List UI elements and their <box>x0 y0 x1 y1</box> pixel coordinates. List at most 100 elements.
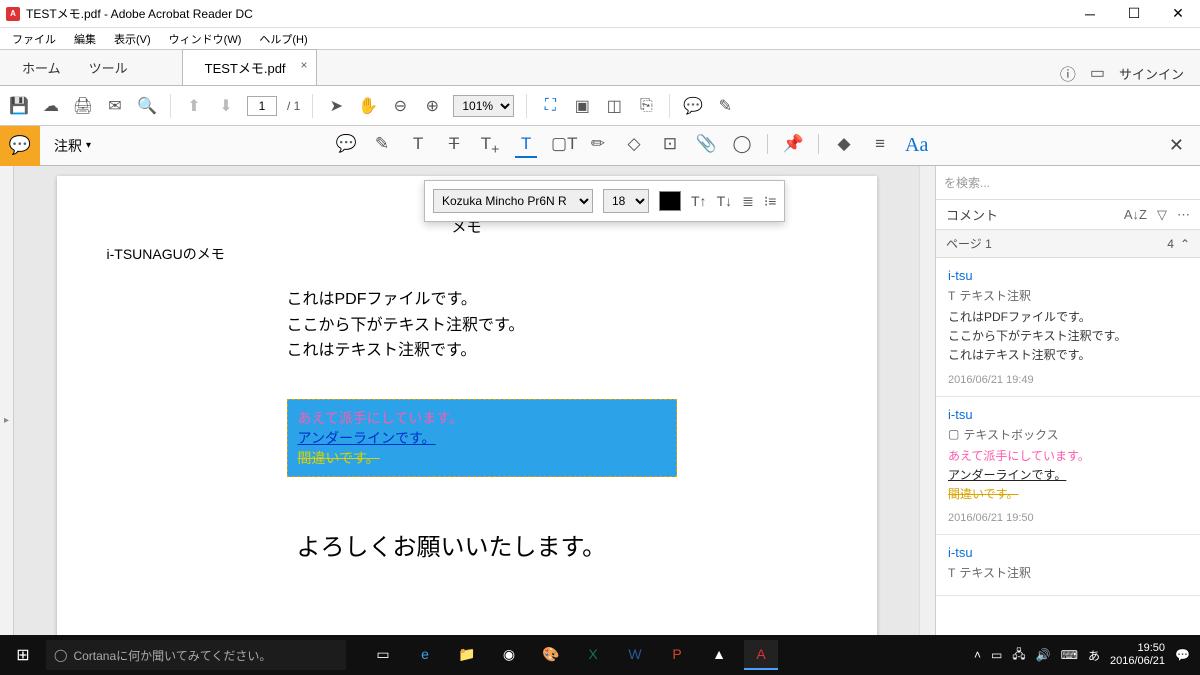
doc-textbox-annotation[interactable]: あえて派手にしています。 アンダーラインです。 間違いです。 <box>287 399 677 477</box>
font-family-select[interactable]: Kozuka Mincho Pr6N R <box>433 189 593 213</box>
filter-icon[interactable]: ▽ <box>1157 207 1167 223</box>
insert-text-icon[interactable]: T+ <box>479 134 501 158</box>
comments-page-bar[interactable]: ページ 1 4 ⌃ <box>936 230 1200 258</box>
explorer-icon[interactable]: 📁 <box>450 640 484 670</box>
read-mode-icon[interactable]: ⎘ <box>635 95 657 117</box>
font-size-select[interactable]: 18 <box>603 189 649 213</box>
pencil-icon[interactable]: ✏ <box>587 134 609 158</box>
fit-width-icon[interactable]: ⛶ <box>539 95 561 117</box>
speech-icon[interactable]: 💬 <box>682 95 704 117</box>
save-icon[interactable]: 💾 <box>8 95 30 117</box>
help-icon[interactable]: ⓘ <box>1060 61 1076 85</box>
stamp-icon[interactable]: ⊡ <box>659 134 681 158</box>
print-icon[interactable]: 🖨 <box>72 95 94 117</box>
page-number-input[interactable] <box>247 96 277 116</box>
comment-item[interactable]: i-tsu T テキスト注釈 これはPDFファイルです。 ここから下がテキスト注… <box>936 258 1200 397</box>
pdf-page: メモ i-TSUNAGUのメモ これはPDFファイルです。 ここから下がテキスト… <box>57 176 877 674</box>
mobile-icon[interactable]: ▭ <box>1090 63 1105 83</box>
pin-icon[interactable]: 📌 <box>782 134 804 158</box>
page-down-icon[interactable]: ⬇ <box>215 95 237 117</box>
tab-close-icon[interactable]: × <box>301 58 308 72</box>
tab-tools[interactable]: ツール <box>75 50 142 85</box>
start-button[interactable]: ⊞ <box>0 645 46 665</box>
comment-item[interactable]: i-tsu ▢ テキストボックス あえて派手にしています。 アンダーラインです。… <box>936 397 1200 536</box>
keyboard-icon[interactable]: ⌨ <box>1061 648 1078 662</box>
pdf-icon: A <box>6 7 20 21</box>
taskbar-clock[interactable]: 19:50 2016/06/21 <box>1110 642 1165 668</box>
text-box-icon[interactable]: ▢T <box>551 134 573 158</box>
task-view-icon[interactable]: ▭ <box>366 640 400 670</box>
increase-font-icon[interactable]: T↑ <box>691 193 707 209</box>
menu-window[interactable]: ウィンドウ(W) <box>161 29 250 49</box>
menu-help[interactable]: ヘルプ(H) <box>251 29 315 49</box>
comment-item[interactable]: i-tsu T テキスト注釈 <box>936 535 1200 596</box>
notifications-icon[interactable]: 💬 <box>1175 648 1190 662</box>
chevron-up-icon[interactable]: ⌃ <box>1180 237 1190 251</box>
paint-icon[interactable]: 🎨 <box>534 640 568 670</box>
search-icon[interactable]: 🔍 <box>136 95 158 117</box>
signin-link[interactable]: サインイン <box>1119 64 1184 83</box>
highlighter-icon[interactable]: ✎ <box>371 134 393 158</box>
email-icon[interactable]: ✉ <box>104 95 126 117</box>
menu-edit[interactable]: 編集 <box>66 29 104 49</box>
tab-home[interactable]: ホーム <box>8 50 75 85</box>
comment-mode-icon[interactable]: 💬 <box>0 126 40 166</box>
tab-document[interactable]: TESTメモ.pdf × <box>182 49 317 85</box>
view-mode-icon[interactable]: ◫ <box>603 95 625 117</box>
line-spacing-icon[interactable]: ≣ <box>742 193 754 210</box>
tray-chevron-icon[interactable]: ˄ <box>974 648 981 662</box>
window-titlebar: A TESTメモ.pdf - Adobe Acrobat Reader DC ─… <box>0 0 1200 28</box>
more-icon[interactable]: ⋯ <box>1177 207 1190 223</box>
excel-icon[interactable]: X <box>576 640 610 670</box>
line-weight-icon[interactable]: ≡ <box>869 134 891 158</box>
maximize-button[interactable]: ☐ <box>1112 0 1156 28</box>
menu-file[interactable]: ファイル <box>4 29 64 49</box>
menu-bar: ファイル 編集 表示(V) ウィンドウ(W) ヘルプ(H) <box>0 28 1200 50</box>
add-text-icon[interactable]: T <box>515 134 537 158</box>
fit-page-icon[interactable]: ▣ <box>571 95 593 117</box>
shapes-icon[interactable]: ◯ <box>731 134 753 158</box>
cortana-search[interactable]: ◯ Cortanaに何か聞いてみてください。 <box>46 640 346 670</box>
sticky-note-icon[interactable]: 💬 <box>335 134 357 158</box>
close-button[interactable]: ✕ <box>1156 0 1200 28</box>
network-icon[interactable]: 🖧 <box>1012 645 1025 666</box>
comment-content: あえて派手にしています。 アンダーラインです。 間違いです。 <box>948 447 1188 505</box>
fill-icon[interactable]: ◆ <box>833 134 855 158</box>
zoom-out-icon[interactable]: ⊖ <box>389 95 411 117</box>
edge-icon[interactable]: e <box>408 640 442 670</box>
doc-closing-line[interactable]: よろしくお願いいたします。 <box>297 527 827 562</box>
font-color-swatch[interactable] <box>659 191 681 211</box>
decrease-font-icon[interactable]: T↓ <box>717 193 733 209</box>
action-center-icon[interactable]: ▭ <box>991 648 1002 662</box>
misc-app-icon[interactable]: ▲ <box>702 640 736 670</box>
left-panel-toggle[interactable]: ▸ <box>0 166 14 674</box>
font-style-icon[interactable]: Aa <box>905 134 927 158</box>
sort-icon[interactable]: A↓Z <box>1124 207 1147 223</box>
comment-toolbar-label[interactable]: 注釈 ▾ <box>40 136 105 156</box>
zoom-in-icon[interactable]: ⊕ <box>421 95 443 117</box>
document-pane[interactable]: Kozuka Mincho Pr6N R 18 T↑ T↓ ≣ ⁝≡ メモ i-… <box>14 166 919 674</box>
powerpoint-icon[interactable]: P <box>660 640 694 670</box>
menu-view[interactable]: 表示(V) <box>106 29 159 49</box>
pointer-icon[interactable]: ➤ <box>325 95 347 117</box>
word-icon[interactable]: W <box>618 640 652 670</box>
minimize-button[interactable]: ─ <box>1068 0 1112 28</box>
close-toolbar-icon[interactable]: ✕ <box>1169 135 1184 156</box>
page-up-icon[interactable]: ⬆ <box>183 95 205 117</box>
volume-icon[interactable]: 🔊 <box>1036 648 1051 662</box>
cloud-upload-icon[interactable]: ☁ <box>40 95 62 117</box>
chrome-icon[interactable]: ◉ <box>492 640 526 670</box>
ime-indicator[interactable]: あ <box>1088 647 1100 664</box>
zoom-select[interactable]: 101% <box>453 95 514 117</box>
list-icon[interactable]: ⁝≡ <box>764 193 777 210</box>
hand-icon[interactable]: ✋ <box>357 95 379 117</box>
acrobat-task-icon[interactable]: A <box>744 640 778 670</box>
text-tool-icon[interactable]: T <box>407 134 429 158</box>
highlight-icon[interactable]: ✎ <box>714 95 736 117</box>
strikethrough-icon[interactable]: T <box>443 134 465 158</box>
comments-list[interactable]: i-tsu T テキスト注釈 これはPDFファイルです。 ここから下がテキスト注… <box>936 258 1200 674</box>
eraser-icon[interactable]: ◇ <box>623 134 645 158</box>
comments-search[interactable]: を検索... <box>936 166 1200 200</box>
attach-icon[interactable]: 📎 <box>695 134 717 158</box>
doc-scrollbar[interactable] <box>919 166 935 674</box>
